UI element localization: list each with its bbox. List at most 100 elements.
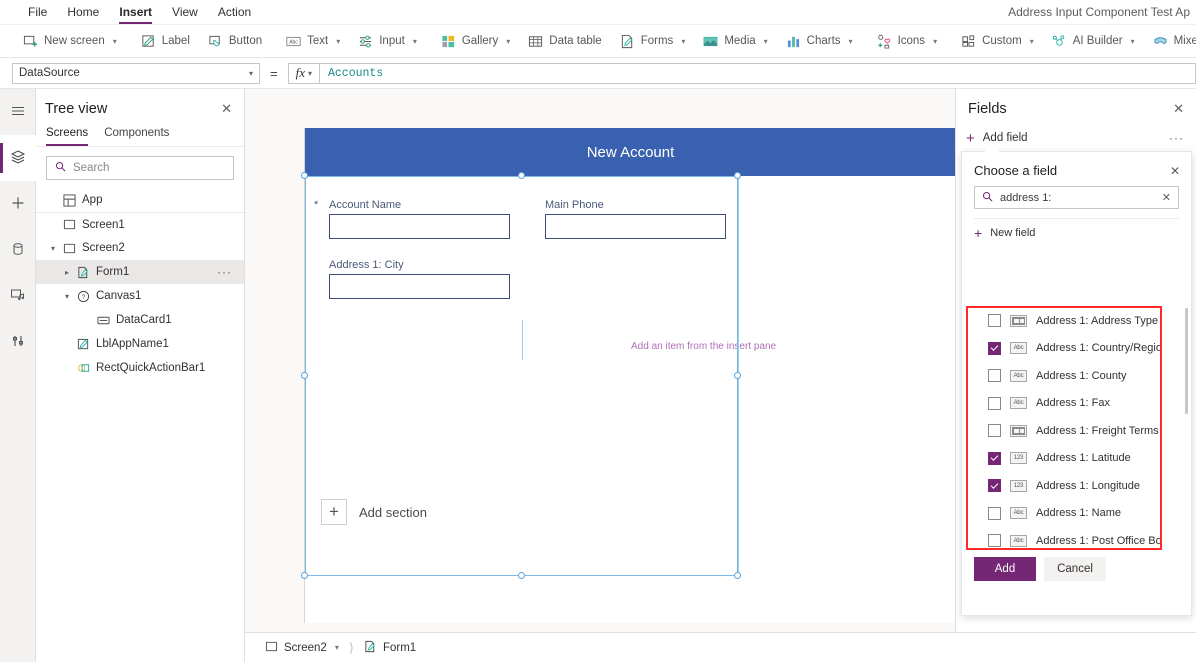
tree-search-input[interactable]: Search (46, 156, 234, 180)
media-icon (703, 34, 718, 49)
collapse-arrow-icon[interactable]: ▾ (46, 244, 60, 253)
resize-handle-top-left[interactable] (301, 172, 308, 179)
clear-search-icon[interactable]: ✕ (1162, 191, 1171, 204)
chevron-down-icon[interactable]: ▾ (335, 643, 339, 652)
field-row[interactable]: Abc Address 1: Post Office Box (968, 527, 1160, 548)
ribbon-mixed-reality[interactable]: Mixed Reality ▾ (1144, 28, 1196, 54)
field-checkbox[interactable] (988, 479, 1001, 493)
field-row[interactable]: Abc Address 1: Country/Region (968, 335, 1160, 363)
tree-node-datacard1[interactable]: DataCard1 (36, 308, 244, 332)
resize-handle-middle-right[interactable] (734, 372, 741, 379)
tree-node-screen2[interactable]: ▾ Screen2 (36, 236, 244, 260)
cancel-button[interactable]: Cancel (1044, 557, 1106, 581)
fx-button[interactable]: fx ▾ (287, 62, 319, 84)
field-row[interactable]: Address 1: Address Type (968, 308, 1160, 335)
ribbon-ai-builder[interactable]: AI Builder ▾ (1043, 28, 1144, 54)
menu-item-home[interactable]: Home (57, 0, 109, 25)
close-icon[interactable]: ✕ (221, 101, 232, 117)
menu-item-action[interactable]: Action (208, 0, 261, 25)
breadcrumb-label: Form1 (382, 641, 417, 654)
collapse-arrow-icon[interactable]: ▾ (60, 292, 74, 301)
required-asterisk: * (314, 199, 319, 211)
app-canvas: New Account * Account Name Main Phone Ad… (245, 89, 955, 632)
breadcrumb-form1[interactable]: Form1 (356, 637, 424, 659)
tab-screens[interactable]: Screens (46, 125, 89, 146)
field-row[interactable]: 123 Address 1: Latitude (968, 445, 1160, 473)
field-row[interactable]: Abc Address 1: Name (968, 500, 1160, 528)
resize-handle-top-right[interactable] (734, 172, 741, 179)
ribbon-custom[interactable]: Custom ▾ (952, 28, 1043, 54)
field-row[interactable]: Abc Address 1: Fax (968, 390, 1160, 418)
ribbon-forms[interactable]: Forms ▾ (611, 28, 695, 54)
left-icon-rail (0, 89, 36, 662)
rail-item-hamburger-menu[interactable] (0, 89, 36, 135)
ribbon-data-table[interactable]: Data table (519, 28, 610, 54)
resize-handle-top-center[interactable] (518, 172, 525, 179)
tree-node-screen1[interactable]: Screen1 (36, 212, 244, 236)
field-checkbox[interactable] (988, 534, 1001, 548)
field-row[interactable]: 123 Address 1: Longitude (968, 472, 1160, 500)
rail-item-advanced-tools[interactable] (0, 319, 36, 365)
field-checkbox[interactable] (988, 369, 1001, 383)
field-row[interactable]: Address 1: Freight Terms (968, 417, 1160, 445)
expand-arrow-icon[interactable]: ▸ (60, 268, 74, 277)
breadcrumb-screen2[interactable]: Screen2 ▾ (257, 637, 347, 659)
tree-node-lblappname1[interactable]: LblAppName1 (36, 332, 244, 356)
field-label: Address 1: Address Type (1036, 314, 1159, 327)
rail-item-data[interactable] (0, 227, 36, 273)
form-inner-divider (522, 320, 523, 360)
field-input-account-name[interactable] (329, 214, 510, 239)
tree-node-rectquickactionbar1[interactable]: RectQuickActionBar1 (36, 356, 244, 380)
field-checkbox[interactable] (988, 341, 1001, 355)
field-checkbox[interactable] (988, 314, 1001, 328)
field-checkbox[interactable] (988, 424, 1001, 438)
fx-label: fx (295, 65, 305, 80)
more-options-icon[interactable]: ··· (1169, 131, 1184, 145)
resize-handle-bottom-left[interactable] (301, 572, 308, 579)
menu-item-file[interactable]: File (18, 0, 57, 25)
tree-node-form1[interactable]: ▸ Form1 ··· (36, 260, 244, 284)
formula-input[interactable]: Accounts (319, 62, 1196, 84)
ribbon-gallery[interactable]: Gallery ▾ (432, 28, 519, 54)
chevron-down-icon: ▾ (1130, 36, 1135, 46)
field-search-input[interactable]: address 1: ✕ (974, 186, 1179, 209)
new-field-button[interactable]: + New field (962, 219, 1191, 247)
field-input-address1-city[interactable] (329, 274, 510, 299)
resize-handle-middle-left[interactable] (301, 372, 308, 379)
form-container[interactable]: * Account Name Main Phone Address 1: Cit… (305, 176, 738, 576)
menu-item-insert[interactable]: Insert (109, 0, 162, 25)
chevron-down-icon: ▾ (307, 68, 312, 78)
tab-components[interactable]: Components (104, 125, 169, 146)
field-checkbox[interactable] (988, 396, 1001, 410)
field-checkbox[interactable] (988, 451, 1001, 465)
rect-icon (74, 362, 92, 375)
ribbon-new-screen[interactable]: New screen ▾ (14, 28, 126, 54)
menu-item-view[interactable]: View (162, 0, 208, 25)
field-checkbox[interactable] (988, 506, 1001, 520)
add-button[interactable]: Add (974, 557, 1036, 581)
ribbon-icons[interactable]: Icons ▾ (868, 28, 947, 54)
ribbon-button[interactable]: Button (199, 28, 271, 54)
field-row[interactable]: Abc Address 1: County (968, 362, 1160, 390)
field-list-scrollbar[interactable] (1185, 308, 1188, 414)
resize-handle-bottom-right[interactable] (734, 572, 741, 579)
ribbon-media[interactable]: Media ▾ (694, 28, 776, 54)
close-icon[interactable]: ✕ (1173, 101, 1184, 117)
ribbon-label[interactable]: Label (132, 28, 199, 54)
tree-node-app[interactable]: App (36, 188, 244, 212)
more-options-icon[interactable]: ··· (217, 265, 232, 279)
close-icon[interactable]: ✕ (1170, 164, 1180, 178)
rail-item-tree-view[interactable] (0, 135, 36, 181)
field-input-main-phone[interactable] (545, 214, 726, 239)
property-selector[interactable]: DataSource ▾ (12, 62, 260, 84)
resize-handle-bottom-center[interactable] (518, 572, 525, 579)
ribbon-input[interactable]: Input ▾ (349, 28, 426, 54)
ribbon-charts[interactable]: Charts ▾ (777, 28, 862, 54)
rail-item-insert[interactable] (0, 181, 36, 227)
add-section-button[interactable]: + Add section (321, 499, 427, 525)
rail-item-media-library[interactable] (0, 273, 36, 319)
ribbon-text[interactable]: Abc Text ▾ (277, 28, 349, 54)
tree-node-label: Screen2 (82, 242, 125, 254)
search-icon (982, 191, 993, 205)
tree-node-canvas1[interactable]: ▾ ? Canvas1 (36, 284, 244, 308)
